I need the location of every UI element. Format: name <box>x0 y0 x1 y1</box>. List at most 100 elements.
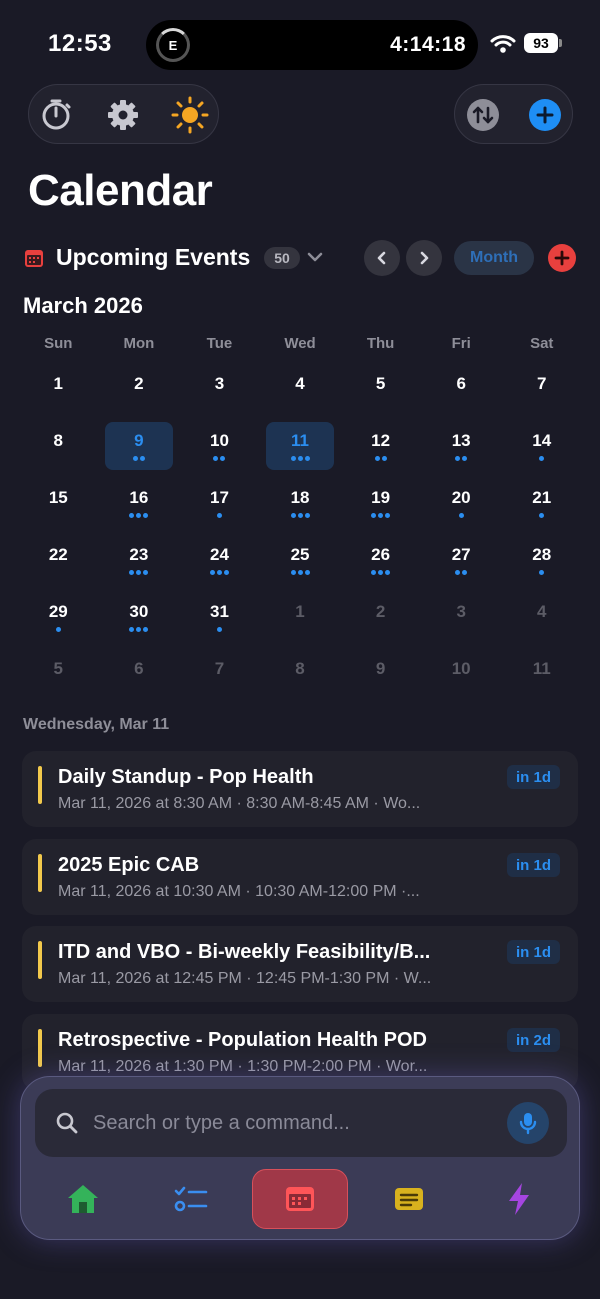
day-number: 10 <box>209 431 229 450</box>
timer-button[interactable] <box>36 95 76 135</box>
add-button[interactable] <box>525 95 565 135</box>
event-dot <box>455 456 461 461</box>
day-number: 9 <box>134 431 144 450</box>
day-number: 20 <box>451 488 471 507</box>
event-dot <box>297 570 303 575</box>
event-dots <box>129 513 149 518</box>
calendar-day[interactable]: 7 <box>179 650 260 707</box>
calendar-day[interactable]: 28 <box>501 536 582 593</box>
event-relative-badge: in 1d <box>506 940 560 964</box>
calendar-day[interactable]: 18 <box>260 479 341 536</box>
weekday-label: Thu <box>366 335 395 352</box>
dynamic-island[interactable]: E 4:14:18 <box>146 20 478 70</box>
calendar-day[interactable]: 17 <box>179 479 260 536</box>
calendar-day[interactable]: 10 <box>179 422 260 479</box>
event-dot <box>220 456 226 461</box>
calendar-day[interactable]: 26 <box>340 536 421 593</box>
event-color-bar <box>38 1029 42 1067</box>
event-color-bar <box>38 766 42 804</box>
tab-notes[interactable] <box>361 1169 457 1229</box>
event-relative-badge: in 1d <box>506 853 560 877</box>
event-dot <box>371 570 377 575</box>
calendar-day[interactable]: 25 <box>260 536 341 593</box>
calendar-day[interactable]: 23 <box>99 536 180 593</box>
calendar-day[interactable]: 3 <box>421 593 502 650</box>
calendar-day[interactable]: 1 <box>18 365 99 422</box>
upcoming-events-label[interactable]: Upcoming Events <box>56 244 250 271</box>
calendar-day[interactable]: 6 <box>99 650 180 707</box>
calendar-day[interactable]: 19 <box>340 479 421 536</box>
calendar-day[interactable]: 5 <box>18 650 99 707</box>
calendar-day[interactable]: 30 <box>99 593 180 650</box>
chevron-down-icon[interactable] <box>306 250 324 264</box>
calendar-day[interactable]: 21 <box>501 479 582 536</box>
calendar-day[interactable]: 24 <box>179 536 260 593</box>
month-label: March 2026 <box>23 293 143 318</box>
day-number: 27 <box>451 545 471 564</box>
event-dot <box>136 513 142 518</box>
calendar-day[interactable]: 22 <box>18 536 99 593</box>
tab-actions[interactable] <box>471 1169 567 1229</box>
event-dot <box>371 513 377 518</box>
calendar-day[interactable]: 7 <box>501 365 582 422</box>
event-dot <box>216 513 222 518</box>
calendar-day[interactable]: 11 <box>501 650 582 707</box>
battery-tip <box>559 39 562 47</box>
calendar-day[interactable]: 9 <box>99 422 180 479</box>
event-dot <box>290 456 296 461</box>
event-card[interactable]: ITD and VBO - Bi-weekly Feasibility/B...… <box>22 926 578 1002</box>
weekday-label: Sat <box>530 335 554 352</box>
weekday-label: Wed <box>284 335 316 352</box>
calendar-day[interactable]: 14 <box>501 422 582 479</box>
calendar-day[interactable]: 2 <box>99 365 180 422</box>
calendar-day[interactable]: 8 <box>18 422 99 479</box>
view-mode-toggle[interactable]: Month <box>454 241 534 275</box>
calendar-day[interactable]: 13 <box>421 422 502 479</box>
tab-calendar[interactable] <box>252 1169 348 1229</box>
calendar-day[interactable]: 29 <box>18 593 99 650</box>
day-number: 28 <box>532 545 552 564</box>
calendar-day[interactable]: 2 <box>340 593 421 650</box>
event-dots <box>55 627 61 632</box>
tab-home[interactable] <box>35 1169 131 1229</box>
search-input[interactable] <box>93 1107 493 1139</box>
sort-button[interactable] <box>463 95 503 135</box>
settings-button[interactable] <box>103 95 143 135</box>
calendar-day[interactable]: 9 <box>340 650 421 707</box>
calendar-day[interactable]: 6 <box>421 365 502 422</box>
calendar-day[interactable]: 1 <box>260 593 341 650</box>
calendar-grid: 1 2 3 4 5 6 7 8 9 10 11 12 13 14 15 16 17 18 19 20 21 22 23 24 2… <box>18 365 582 707</box>
voice-input-button[interactable] <box>507 1102 549 1144</box>
sort-icon <box>467 99 499 131</box>
calendar-day[interactable]: 8 <box>260 650 341 707</box>
tab-tasks[interactable] <box>143 1169 239 1229</box>
event-count-badge: 50 <box>264 247 300 269</box>
event-relative-badge: in 2d <box>506 1028 560 1052</box>
day-number: 7 <box>214 659 225 678</box>
day-number: 7 <box>537 374 547 393</box>
calendar-day[interactable]: 11 <box>260 422 341 479</box>
event-card[interactable]: Daily Standup - Pop Health Mar 11, 2026 … <box>22 751 578 827</box>
event-card[interactable]: 2025 Epic CAB Mar 11, 2026 at 10:30 AM ·… <box>22 839 578 915</box>
calendar-day[interactable]: 5 <box>340 365 421 422</box>
wifi-icon <box>490 35 516 53</box>
calendar-day[interactable]: 16 <box>99 479 180 536</box>
previous-month-button[interactable] <box>364 240 400 276</box>
calendar-day[interactable]: 27 <box>421 536 502 593</box>
event-title: 2025 Epic CAB <box>58 854 200 876</box>
calendar-day[interactable]: 12 <box>340 422 421 479</box>
next-month-button[interactable] <box>406 240 442 276</box>
calendar-day[interactable]: 3 <box>179 365 260 422</box>
day-number: 26 <box>371 545 391 564</box>
calendar-day[interactable]: 15 <box>18 479 99 536</box>
calendar-day[interactable]: 20 <box>421 479 502 536</box>
calendar-day[interactable]: 4 <box>260 365 341 422</box>
day-number: 16 <box>129 488 149 507</box>
theme-button[interactable] <box>170 95 210 135</box>
add-event-button[interactable] <box>548 244 576 272</box>
calendar-day[interactable]: 4 <box>501 593 582 650</box>
calendar-day[interactable]: 10 <box>421 650 502 707</box>
event-dot <box>139 456 145 461</box>
event-relative-badge: in 1d <box>506 765 560 789</box>
calendar-day[interactable]: 31 <box>179 593 260 650</box>
